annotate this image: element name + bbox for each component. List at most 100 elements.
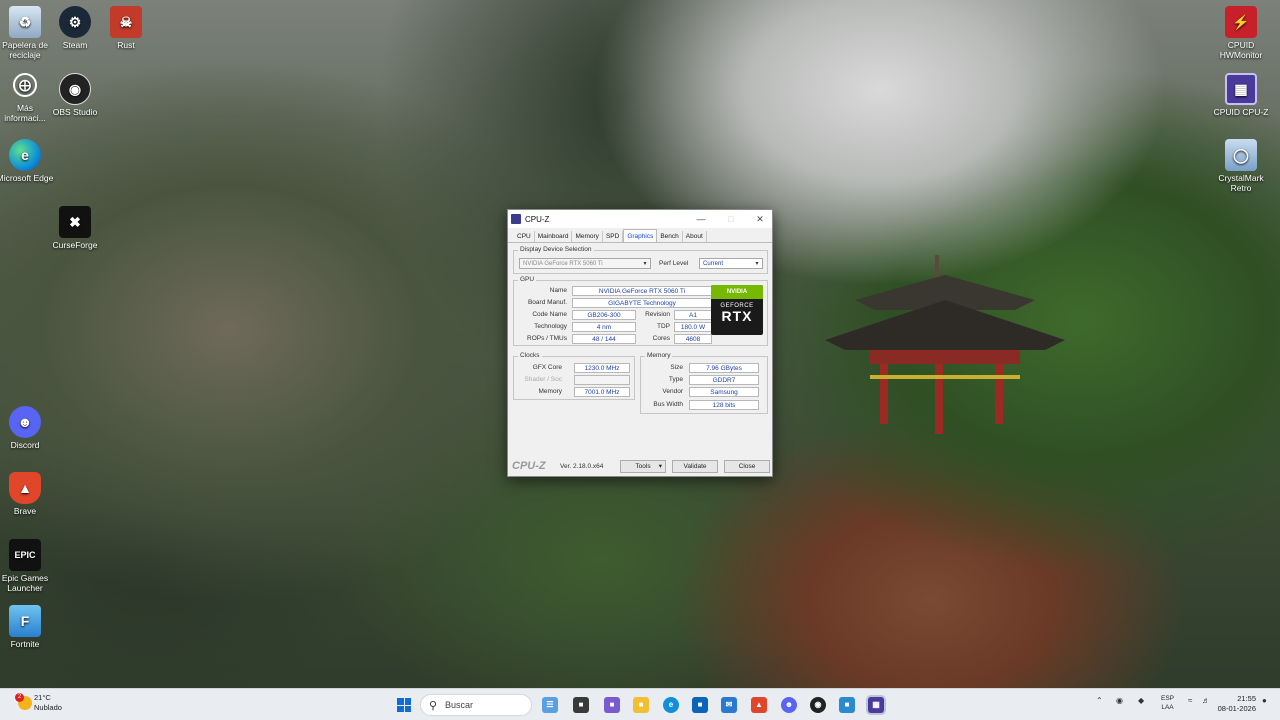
fortnite-icon: F (9, 605, 41, 637)
crystalmark-icon: ◯ (1225, 139, 1257, 171)
weather-widget[interactable]: 2 21°C Nublado (15, 693, 62, 713)
minimize-icon[interactable]: — (694, 212, 708, 226)
desktop-icon-obs[interactable]: ◉ OBS Studio (46, 73, 104, 117)
device-select[interactable]: NVIDIA GeForce RTX 5060 Ti ▾ (519, 258, 651, 269)
start-button[interactable] (397, 698, 411, 712)
desktop-icon-curseforge[interactable]: ✖ CurseForge (46, 206, 104, 250)
desktop-icon-epic-games[interactable]: EPIC Epic Games Launcher (0, 539, 54, 593)
tools-button-label: Tools (635, 463, 651, 470)
bus-width-value: 128 bits (689, 400, 759, 410)
perf-level-value: Current (703, 261, 724, 267)
tab-mainboard[interactable]: Mainboard (535, 231, 573, 242)
maximize-icon[interactable]: □ (724, 212, 738, 226)
gfx-core-label: GFX Core (532, 364, 562, 371)
taskbar-app-outlook-icon[interactable]: ■ (692, 697, 708, 713)
taskbar-app-cpuz-icon[interactable]: ▦ (868, 697, 884, 713)
mem-type-label: Type (668, 376, 683, 383)
steam-icon: ⚙ (59, 6, 91, 38)
notification-bell-icon[interactable]: ● (1262, 696, 1267, 705)
desktop-icon-label: OBS Studio (52, 107, 98, 117)
tab-memory[interactable]: Memory (572, 231, 603, 242)
tray-overflow-chevron-icon[interactable]: ⌃ (1096, 696, 1103, 705)
window-title: CPU-Z (525, 214, 550, 224)
cpuz-brand: CPU-Z (512, 460, 546, 472)
desktop-icon-hwmonitor[interactable]: ⚡ CPUID HWMonitor (1212, 6, 1270, 60)
taskbar-clock[interactable]: 21:55 08-01-2026 (1218, 694, 1256, 714)
search-placeholder: Buscar (445, 700, 474, 710)
tray-mic-icon[interactable]: ◆ (1138, 696, 1144, 705)
validate-button[interactable]: Validate (672, 460, 718, 473)
desktop-icon-label: Steam (62, 40, 88, 50)
device-select-value: NVIDIA GeForce RTX 5060 Ti (523, 261, 603, 267)
bus-width-label: Bus Width (653, 401, 683, 408)
mem-vendor-label: Vendor (662, 388, 683, 395)
cpuz-titlebar[interactable]: CPU-Z — □ ✕ (508, 210, 772, 228)
taskbar-app-store-icon[interactable]: ■ (604, 697, 620, 713)
tray-volume-icon[interactable]: ♬ (1202, 696, 1210, 705)
taskbar-app-brave-icon[interactable]: ▲ (751, 697, 767, 713)
chevron-down-icon: ▾ (755, 261, 759, 267)
desktop-icon-label: Más informaci... (4, 103, 46, 123)
rust-icon: ☠ (110, 6, 142, 38)
desktop-icon-cpuz[interactable]: ▦ CPUID CPU-Z (1212, 73, 1270, 117)
tdp-value: 180.0 W (674, 322, 712, 332)
gfx-core-value: 1230.0 MHz (574, 363, 630, 373)
mem-size-value: 7.96 GBytes (689, 363, 759, 373)
taskbar-app-discord-icon[interactable]: ☻ (781, 697, 797, 713)
curseforge-icon: ✖ (59, 206, 91, 238)
memory-clock-label: Memory (538, 388, 562, 395)
mem-vendor-value: Samsung (689, 387, 759, 397)
taskbar-app-taskview-icon[interactable]: ■ (573, 697, 589, 713)
desktop-icon-edge[interactable]: e Microsoft Edge (0, 139, 54, 183)
memory-clock-value: 7001.0 MHz (574, 387, 630, 397)
clock-date: 08-01-2026 (1217, 704, 1256, 713)
desktop-icon-steam[interactable]: ⚙ Steam (46, 6, 104, 50)
close-icon[interactable]: ✕ (753, 212, 767, 226)
tray-wifi-icon[interactable]: ≈ (1188, 696, 1192, 705)
search-box[interactable]: ⚲ Buscar (420, 694, 532, 716)
desktop-icon-fortnite[interactable]: F Fortnite (0, 605, 54, 649)
taskbar-app-explorer-icon[interactable]: ☰ (542, 697, 558, 713)
taskbar-app-folder-icon[interactable]: ■ (633, 697, 649, 713)
memory-group: Memory Size 7.96 GBytes Type GDDR7 Vendo… (640, 352, 768, 414)
taskbar-app-obs-icon[interactable]: ◉ (810, 697, 826, 713)
taskbar-app-edge-icon[interactable]: e (663, 697, 679, 713)
nvidia-logo-text: NVIDIA (711, 285, 763, 299)
perf-level-label: Perf Level (659, 260, 689, 267)
recycle-bin-icon: ♻ (9, 6, 41, 38)
language-indicator[interactable]: ESP LAA (1161, 694, 1174, 712)
cpuz-app-icon (511, 214, 521, 224)
tools-button[interactable]: Tools ▾ (620, 460, 666, 473)
tab-spd[interactable]: SPD (603, 231, 624, 242)
brave-icon: ▲ (9, 472, 41, 504)
tab-about[interactable]: About (683, 231, 707, 242)
tab-bench[interactable]: Bench (657, 231, 683, 242)
tab-cpu[interactable]: CPU (514, 231, 535, 242)
desktop-icon-label: CurseForge (52, 240, 98, 250)
language-line1: ESP (1161, 695, 1175, 702)
desktop-icon-discord[interactable]: ☻ Discord (0, 406, 54, 450)
tray-network-icon[interactable]: ◉ (1116, 696, 1123, 705)
search-icon: ⚲ (429, 700, 438, 712)
hwmonitor-icon: ⚡ (1225, 6, 1257, 38)
tab-graphics[interactable]: Graphics (623, 229, 658, 242)
desktop-icon-label: Fortnite (10, 639, 40, 649)
gpu-name-value: NVIDIA GeForce RTX 5060 Ti (572, 286, 712, 296)
taskbar-app-mail-icon[interactable]: ✉ (721, 697, 737, 713)
desktop-icon-crystalmark[interactable]: ◯ CrystalMark Retro (1212, 139, 1270, 193)
code-name-label: Code Name (532, 311, 567, 318)
desktop-icon-rust[interactable]: ☠ Rust (97, 6, 155, 50)
close-button[interactable]: Close (724, 460, 770, 473)
cpuz-icon: ▦ (1225, 73, 1257, 105)
desktop-icon-label: Brave (13, 506, 37, 516)
desktop-icon-brave[interactable]: ▲ Brave (0, 472, 54, 516)
cores-label: Cores (652, 335, 670, 342)
rops-tmus-value: 48 / 144 (572, 334, 636, 344)
weather-temp: 21°C (34, 693, 51, 702)
group-legend: Clocks (518, 352, 542, 359)
shader-soc-label: Shader / Soc (524, 376, 562, 383)
taskbar-app-photos-icon[interactable]: ■ (839, 697, 855, 713)
perf-level-select[interactable]: Current ▾ (699, 258, 763, 269)
desktop-icon-label: CPUID HWMonitor (1219, 40, 1263, 60)
cpuz-window[interactable]: CPU-Z — □ ✕ CPU Mainboard Memory SPD Gra… (507, 209, 773, 477)
